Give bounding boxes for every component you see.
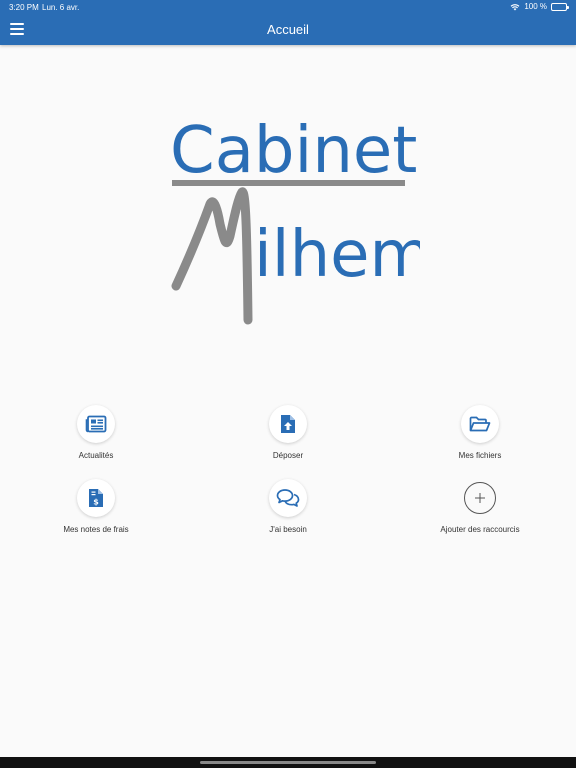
shortcut-label: J'ai besoin [269, 525, 307, 534]
battery-percent: 100 % [524, 2, 547, 11]
wifi-icon [510, 3, 520, 10]
shortcut-label: Déposer [272, 451, 304, 460]
page-title: Accueil [267, 22, 309, 37]
newspaper-icon [85, 415, 107, 433]
logo-line2: ilhem [254, 218, 420, 292]
comments-icon [276, 489, 300, 507]
status-date: Lun. 6 avr. [42, 3, 80, 12]
shortcut-j-ai-besoin[interactable]: J'ai besoin [208, 479, 368, 534]
svg-text:$: $ [93, 498, 99, 507]
home-indicator[interactable] [200, 761, 376, 764]
file-upload-icon [281, 415, 295, 433]
plus-icon [464, 482, 496, 514]
shortcut-circle [461, 405, 499, 443]
shortcut-label: Mes fichiers [458, 451, 502, 460]
shortcut-label: Actualités [78, 451, 114, 460]
cabinet-milhem-logo: Cabinet ilhem [170, 114, 420, 325]
shortcut-circle: $ [77, 479, 115, 517]
shortcut-ajouter-des-raccourcis[interactable]: Ajouter des raccourcis [400, 482, 560, 534]
logo-m-brush [171, 187, 253, 325]
shortcut-circle [77, 405, 115, 443]
shortcut-actualites[interactable]: Actualités [16, 405, 176, 460]
shortcut-mes-notes-de-frais[interactable]: $ Mes notes de frais [16, 479, 176, 534]
file-invoice-dollar-icon: $ [89, 489, 103, 507]
folder-open-icon [469, 416, 491, 432]
status-right: 100 % [510, 2, 569, 11]
app-header: 3:20 PM Lun. 6 avr. 100 % Accueil [0, 0, 576, 45]
status-time: 3:20 PM [9, 3, 39, 12]
shortcut-circle [269, 479, 307, 517]
battery-icon [551, 2, 569, 11]
shortcut-mes-fichiers[interactable]: Mes fichiers [400, 405, 560, 460]
logo-underline [172, 180, 405, 186]
status-bar: 3:20 PM Lun. 6 avr. 100 % [0, 0, 576, 14]
logo-line1: Cabinet [170, 114, 417, 188]
shortcut-circle [269, 405, 307, 443]
shortcut-label: Ajouter des raccourcis [440, 525, 520, 534]
shortcut-label: Mes notes de frais [63, 525, 129, 534]
home-indicator-area [0, 757, 576, 768]
shortcut-deposer[interactable]: Déposer [208, 405, 368, 460]
